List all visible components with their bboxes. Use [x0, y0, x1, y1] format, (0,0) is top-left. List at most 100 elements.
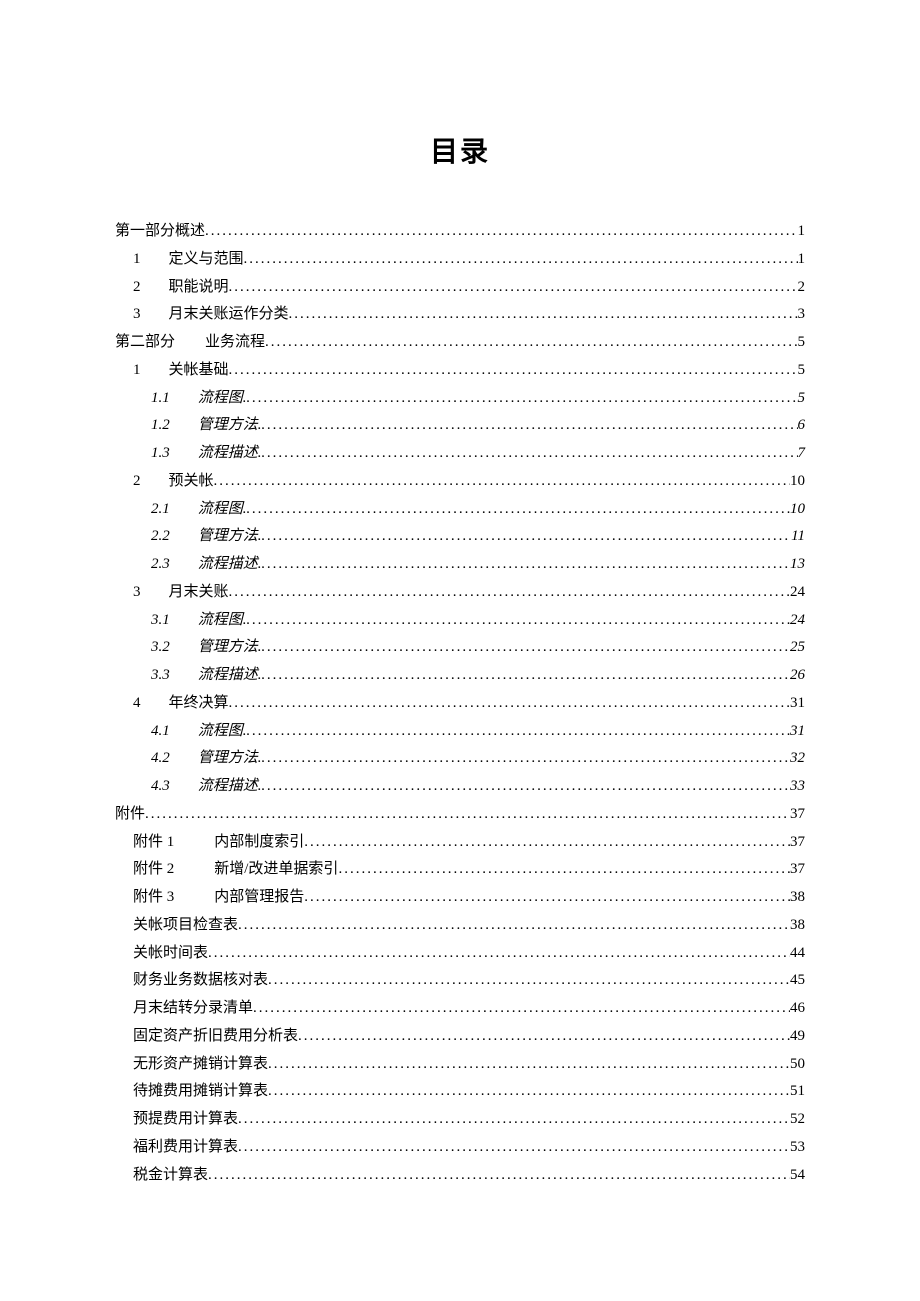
toc-page: 6 [798, 412, 806, 440]
toc-label: 福利费用计算表 [133, 1134, 238, 1162]
toc-page: 44 [790, 940, 805, 968]
toc-label: 1定义与范围 [133, 246, 244, 274]
toc-row: 福利费用计算表 53 [115, 1134, 805, 1162]
toc-row: 2.3流程描述. 13 [115, 551, 805, 579]
toc-row: 2职能说明 2 [115, 274, 805, 302]
toc-text: 流程描述. [198, 667, 262, 683]
toc-dots [238, 1134, 790, 1162]
toc-page: 10 [790, 496, 805, 524]
toc-page: 50 [790, 1051, 805, 1079]
toc-num: 2 [133, 279, 141, 295]
toc-dots [268, 967, 790, 995]
toc-num: 3.2 [151, 639, 170, 655]
toc-label: 月末结转分录清单 [133, 995, 253, 1023]
toc-num: 2.3 [151, 556, 170, 572]
page-title: 目录 [115, 130, 805, 170]
toc-page: 24 [790, 579, 805, 607]
toc-page: 32 [790, 745, 805, 773]
toc-page: 13 [790, 551, 805, 579]
toc-num: 3.3 [151, 667, 170, 683]
toc-text: 财务业务数据核对表 [133, 972, 268, 988]
toc-dots [253, 995, 790, 1023]
toc-row: 3.2管理方法. 25 [115, 634, 805, 662]
toc-dots [298, 1023, 790, 1051]
toc-label: 附件 [115, 801, 145, 829]
toc-dots [262, 773, 790, 801]
toc-text: 内部制度索引 [214, 834, 304, 850]
toc-page: 11 [791, 523, 805, 551]
toc-label: 4年终决算 [133, 690, 229, 718]
toc-row: 关帐时间表 44 [115, 940, 805, 968]
toc-dots [247, 385, 798, 413]
toc-label: 2.3流程描述. [151, 551, 262, 579]
toc-dots [229, 579, 790, 607]
toc-label: 预提费用计算表 [133, 1106, 238, 1134]
toc-label: 2.2 管理方法. [151, 523, 262, 551]
toc-text: 新增/改进单据索引 [214, 861, 338, 877]
toc-row: 3.1流程图. 24 [115, 607, 805, 635]
toc-num: 4 [133, 695, 141, 711]
toc-label: 财务业务数据核对表 [133, 967, 268, 995]
toc-label: 关帐时间表 [133, 940, 208, 968]
toc-row: 1关帐基础 5 [115, 357, 805, 385]
toc-dots [208, 1162, 790, 1190]
toc-text: 管理方法. [198, 417, 262, 433]
toc-num: 1.2 [151, 417, 170, 433]
toc-page: 54 [790, 1162, 805, 1190]
toc-text: 月末关账 [169, 584, 229, 600]
toc-dots [262, 523, 792, 551]
toc-text: 管理方法. [198, 528, 262, 544]
toc-label: 1.1流程图. [151, 385, 247, 413]
toc-page: 52 [790, 1106, 805, 1134]
toc-text: 管理方法. [198, 750, 262, 766]
toc-label: 3月末关账运作分类 [133, 301, 289, 329]
toc-text: 流程图. [198, 501, 247, 517]
toc-page: 51 [790, 1078, 805, 1106]
toc-label: 2.1流程图. [151, 496, 247, 524]
toc-dots [247, 718, 790, 746]
toc-row: 4.1流程图. 31 [115, 718, 805, 746]
toc-text: 预关帐 [169, 473, 214, 489]
toc-label: 3.2管理方法. [151, 634, 262, 662]
toc-dots [262, 745, 790, 773]
toc-row: 税金计算表 54 [115, 1162, 805, 1190]
toc-row: 固定资产折旧费用分析表 49 [115, 1023, 805, 1051]
toc-dots [244, 246, 798, 274]
toc-row: 4.2管理方法. 32 [115, 745, 805, 773]
toc-page: 38 [790, 912, 805, 940]
toc-label: 1.2 管理方法. [151, 412, 262, 440]
toc-num: 1.1 [151, 390, 170, 406]
toc-row: 3月末关账 24 [115, 579, 805, 607]
toc-page: 5 [798, 357, 806, 385]
toc-label: 4.1流程图. [151, 718, 247, 746]
toc-dots [247, 496, 790, 524]
toc-dots [262, 440, 798, 468]
toc-row: 2.1流程图. 10 [115, 496, 805, 524]
toc-num: 附件 3 [133, 889, 174, 905]
toc-label: 第一部分概述 [115, 218, 205, 246]
toc-label: 4.3流程描述. [151, 773, 262, 801]
toc-row: 预提费用计算表 52 [115, 1106, 805, 1134]
toc-page: 3 [798, 301, 806, 329]
toc-num: 附件 1 [133, 834, 174, 850]
toc-num: 4.3 [151, 778, 170, 794]
toc-text: 关帐项目检查表 [133, 917, 238, 933]
toc-dots [145, 801, 790, 829]
toc-num: 4.1 [151, 723, 170, 739]
toc-row: 附件 37 [115, 801, 805, 829]
toc-text: 税金计算表 [133, 1167, 208, 1183]
toc-dots [205, 218, 797, 246]
toc-num: 2.2 [151, 528, 170, 544]
toc-label: 附件 3内部管理报告 [133, 884, 304, 912]
toc-num: 3.1 [151, 612, 170, 628]
toc-row: 附件 3内部管理报告 38 [115, 884, 805, 912]
toc-page: 53 [790, 1134, 805, 1162]
toc-row: 第一部分概述 1 [115, 218, 805, 246]
toc-page: 7 [798, 440, 806, 468]
toc-dots [338, 856, 790, 884]
toc-page: 38 [790, 884, 805, 912]
toc-dots [238, 912, 790, 940]
toc-row: 4.3流程描述. 33 [115, 773, 805, 801]
toc-text: 固定资产折旧费用分析表 [133, 1028, 298, 1044]
toc-page: 49 [790, 1023, 805, 1051]
